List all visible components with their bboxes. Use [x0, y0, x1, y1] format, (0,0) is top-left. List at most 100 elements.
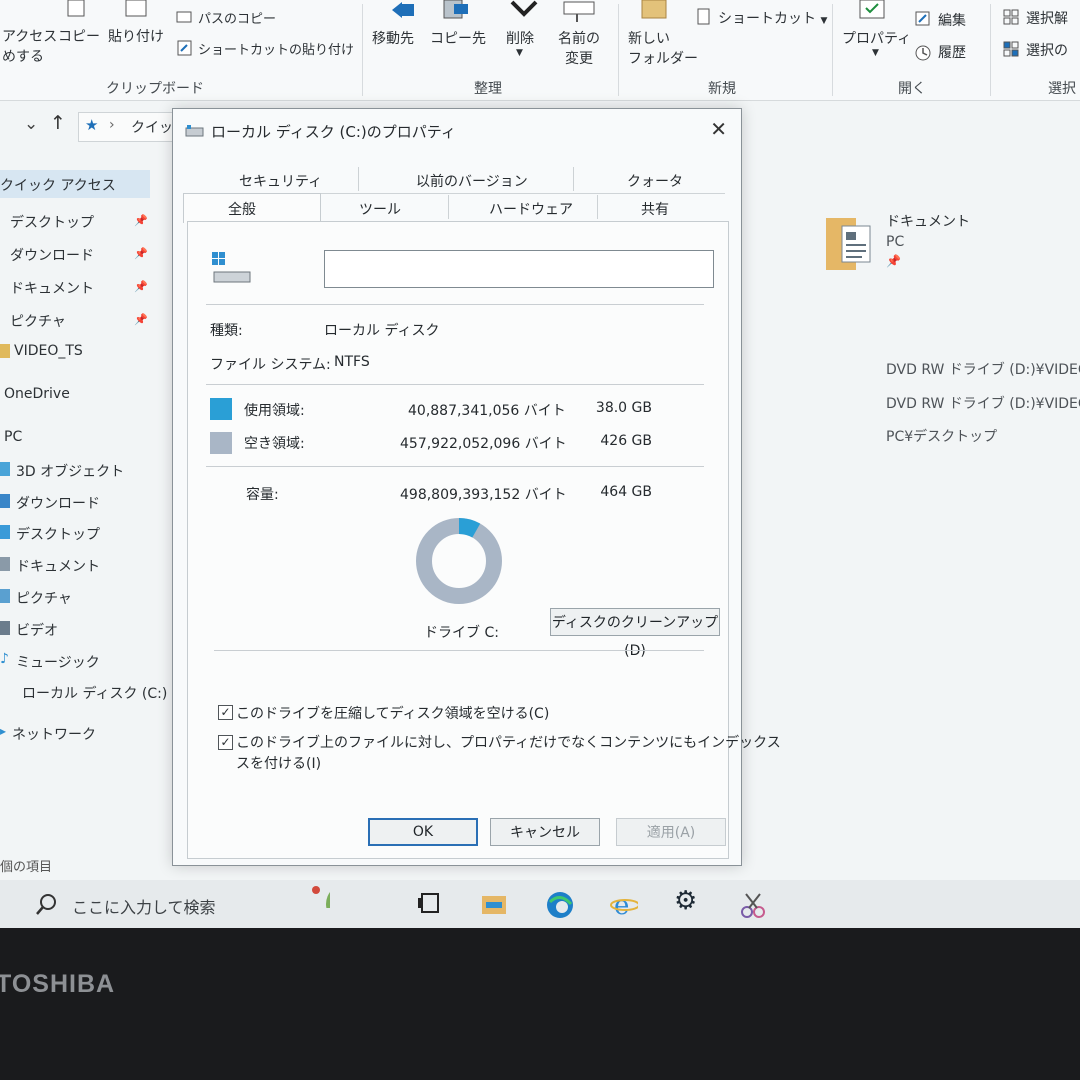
nav-item-downloads-pc[interactable]: ダウンロード [16, 493, 100, 513]
settings-gear-icon[interactable]: ⚙ [674, 886, 702, 916]
delete-dropdown-icon[interactable]: ▼ [516, 48, 523, 58]
new-folder-icon [641, 0, 667, 19]
pinned-folder-title[interactable]: ドキュメント [886, 211, 970, 231]
nav-item-music[interactable]: ミュージック [16, 652, 100, 672]
up-arrow-icon[interactable]: ↑ [50, 112, 66, 134]
properties-dialog: ローカル ディスク (C:)のプロパティ ✕ セキュリティ 以前のバージョン ク… [172, 108, 781, 866]
tab-quota[interactable]: クォータ [627, 171, 683, 191]
rename-icon [563, 1, 595, 22]
breadcrumb[interactable]: クイッ [131, 117, 173, 137]
tab-hardware[interactable]: ハードウェア [489, 199, 573, 219]
nav-item-network[interactable]: ネットワーク [12, 724, 96, 744]
recent-item[interactable]: DVD RW ドライブ (D:)¥VIDEO_ [886, 359, 1080, 379]
delete-button[interactable]: 削除 [506, 28, 534, 48]
file-explorer-icon[interactable] [480, 890, 508, 918]
tab-divider [358, 167, 359, 191]
rename-button[interactable]: 名前の 変更 [558, 28, 600, 68]
properties-button[interactable]: プロパティ [842, 28, 911, 48]
nav-item-pictures[interactable]: ピクチャ [10, 311, 66, 331]
recent-item[interactable]: DVD RW ドライブ (D:)¥VIDEO_ [886, 393, 1080, 413]
divider [206, 384, 704, 385]
tab-security[interactable]: セキュリティ [239, 171, 322, 191]
chevron-right-icon: › [109, 117, 115, 133]
disk-usage-donut [416, 518, 502, 604]
ribbon-divider [990, 4, 991, 96]
snipping-tool-icon[interactable] [738, 890, 766, 918]
move-to-button[interactable]: 移動先 [372, 28, 414, 48]
copy-button[interactable]: コピー [58, 26, 100, 46]
disk-cleanup-button[interactable]: ディスクのクリーンアップ(D) [550, 608, 720, 659]
drive-name-input[interactable] [324, 250, 714, 288]
recent-item[interactable]: PC¥デスクトップ [886, 426, 997, 446]
select-none-button[interactable]: 選択解 [1026, 8, 1068, 28]
pin-icon: 📌 [134, 280, 148, 293]
nav-item-3d-objects[interactable]: 3D オブジェクト [16, 461, 124, 481]
nav-item-documents-pc[interactable]: ドキュメント [16, 556, 100, 576]
pin-icon: 📌 [134, 214, 148, 227]
compress-checkbox[interactable]: ✓ [218, 705, 233, 720]
address-box[interactable]: ★ › クイッ [78, 112, 180, 142]
desktop-icon [0, 525, 10, 539]
tab-sharing[interactable]: 共有 [641, 199, 669, 219]
history-button[interactable]: 履歴 [938, 42, 966, 62]
close-icon[interactable]: ✕ [710, 117, 727, 141]
index-checkbox[interactable]: ✓ [218, 735, 233, 750]
copy-path-button[interactable]: パスのコピー [198, 8, 276, 27]
used-space-label: 使用領域: [244, 403, 305, 419]
new-folder-button[interactable]: 新しい フォルダー [628, 28, 698, 68]
ok-button[interactable]: OK [368, 818, 478, 846]
copy-path-icon [176, 11, 192, 23]
internet-explorer-icon[interactable]: e [610, 890, 638, 918]
tab-general[interactable]: 全般 [228, 199, 256, 219]
general-tab-panel: 種類: ローカル ディスク ファイル システム: NTFS 使用領域: 40,8… [187, 221, 781, 859]
nav-item-local-disk[interactable]: ローカル ディスク (C:) [22, 683, 167, 703]
document-icon [0, 557, 10, 571]
paste-shortcut-button[interactable]: ショートカットの貼り付け [198, 39, 354, 58]
chevron-down-icon[interactable]: ⌄ [24, 114, 38, 134]
organize-group-label: 整理 [474, 81, 502, 97]
nav-item-desktop[interactable]: デスクトップ [10, 212, 94, 232]
nav-item-pc[interactable]: PC [4, 429, 22, 445]
edge-browser-icon[interactable] [545, 890, 573, 918]
free-space-ring [416, 518, 502, 604]
rename-label1: 名前の [558, 31, 600, 47]
nav-item-video-ts[interactable]: VIDEO_TS [14, 343, 83, 359]
pin-quick-access-button[interactable]: アクセス めする [2, 26, 57, 66]
select-none-icon [1003, 9, 1019, 25]
nav-quick-access[interactable]: クイック アクセス [0, 170, 150, 198]
pin-icon: 📌 [886, 254, 901, 268]
select-invert-button[interactable]: 選択の [1026, 40, 1068, 60]
cortana-doodle-icon[interactable] [302, 880, 330, 908]
tab-tools[interactable]: ツール [359, 199, 401, 219]
shortcut-label: ショートカット [718, 11, 816, 27]
ribbon-divider [362, 4, 363, 96]
edit-button[interactable]: 編集 [938, 10, 966, 30]
taskbar: ここに入力して検索 e ⚙ [0, 880, 1080, 928]
nav-item-videos[interactable]: ビデオ [16, 620, 58, 640]
cancel-button[interactable]: キャンセル [490, 818, 600, 846]
copy-icon [67, 0, 85, 17]
index-label-line1: このドライブ上のファイルに対し、プロパティだけでなくコンテンツにもインデックス [236, 735, 781, 751]
screen: アクセス めする コピー 貼り付け パスのコピー ショートカットの貼り付け クリ… [0, 0, 1080, 928]
copy-to-button[interactable]: コピー先 [430, 28, 486, 48]
nav-item-downloads[interactable]: ダウンロード [10, 245, 94, 265]
nav-item-desktop-pc[interactable]: デスクトップ [16, 524, 100, 544]
nav-item-onedrive[interactable]: OneDrive [4, 386, 70, 402]
nav-item-documents[interactable]: ドキュメント [10, 278, 94, 298]
properties-dropdown-icon[interactable]: ▼ [872, 48, 879, 58]
nav-item-pictures-pc[interactable]: ピクチャ [16, 588, 72, 608]
svg-text:e: e [614, 891, 629, 918]
apply-button[interactable]: 適用(A) [616, 818, 726, 846]
divider [206, 466, 704, 467]
paste-button[interactable]: 貼り付け [108, 26, 164, 46]
task-view-icon[interactable] [416, 890, 444, 918]
taskbar-search-input[interactable]: ここに入力して検索 [72, 894, 216, 918]
file-system-label: ファイル システム: [210, 357, 331, 373]
free-space-label: 空き領域: [244, 436, 305, 452]
tab-previous-versions[interactable]: 以前のバージョン [416, 171, 528, 191]
new-folder-label1: 新しい [628, 31, 670, 47]
used-space-swatch [210, 398, 232, 420]
open-group-label: 開く [898, 81, 926, 97]
shortcut-button[interactable]: ショートカット ▼ [718, 8, 827, 28]
paste-shortcut-icon [177, 40, 192, 56]
